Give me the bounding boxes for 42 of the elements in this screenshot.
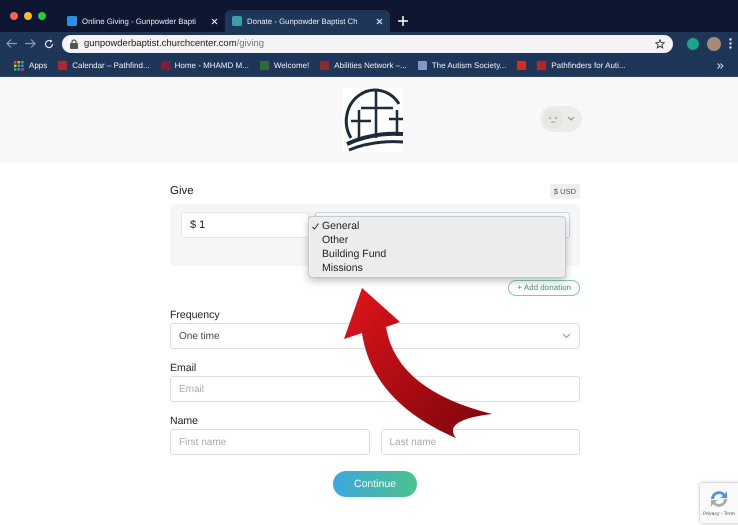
last-name-field[interactable]: Last name (380, 429, 580, 455)
fund-option[interactable]: Missions (309, 261, 565, 275)
star-icon[interactable] (655, 38, 665, 48)
close-icon[interactable] (376, 18, 383, 24)
frequency-label: Frequency (170, 309, 221, 323)
bookmark[interactable]: Home - MHAMD M... (160, 61, 249, 70)
reload-icon[interactable] (44, 38, 54, 48)
apps-bookmark[interactable]: Apps (14, 60, 48, 70)
minimize-light[interactable] (24, 12, 32, 20)
first-name-field[interactable]: First name (170, 429, 370, 455)
name-label: Name (170, 415, 200, 429)
forward-icon[interactable] (25, 39, 36, 48)
chevron-icon (567, 116, 575, 122)
more-icon[interactable] (717, 62, 724, 68)
plus-icon[interactable] (398, 16, 408, 26)
lock-icon (70, 38, 78, 48)
bookmark[interactable]: Abilities Network –... (320, 61, 407, 70)
add-donation-button[interactable]: + Add donation (508, 280, 580, 296)
fund-option[interactable]: Building Fund (309, 247, 565, 261)
close-light[interactable] (10, 12, 18, 20)
zoom-light[interactable] (38, 12, 46, 20)
menu-icon[interactable] (729, 38, 732, 49)
fund-option[interactable]: General (309, 219, 565, 233)
recaptcha-icon (708, 489, 730, 509)
chevron-icon (562, 333, 571, 339)
amount-field[interactable]: $ 1 (181, 212, 309, 238)
email-label: Email (170, 362, 198, 376)
grid-icon (14, 60, 24, 70)
profile-avatar[interactable] (707, 36, 721, 50)
face-icon (543, 109, 563, 129)
crosses-logo-icon (343, 88, 403, 152)
fund-option[interactable]: Other (309, 233, 565, 247)
bookmark[interactable]: Welcome! (260, 61, 310, 70)
give-heading: Give (170, 185, 194, 197)
back-icon[interactable] (6, 39, 17, 48)
close-icon[interactable] (211, 18, 218, 24)
bookmark[interactable]: Calendar – Pathfind... (58, 61, 150, 70)
extension-icon[interactable] (687, 38, 699, 50)
address-bar[interactable]: gunpowderbaptist.churchcenter.com/giving (62, 34, 673, 52)
bookmark[interactable]: The Autism Society... (418, 61, 506, 70)
bookmark[interactable]: Pathfinders for Auti... (537, 61, 626, 70)
frequency-select[interactable]: One time (170, 323, 580, 349)
